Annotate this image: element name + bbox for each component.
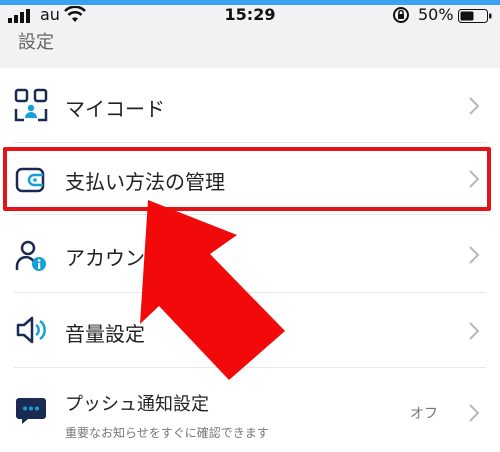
status-bar: au 15:29 50% (0, 5, 500, 27)
page-title: 設定 (18, 32, 54, 53)
settings-item-label: プッシュ通知設定 (65, 394, 209, 415)
pointer-arrow (140, 200, 285, 380)
account-info-icon (15, 240, 46, 271)
qr-code-icon (14, 88, 48, 122)
settings-item-push-notifications[interactable]: プッシュ通知設定 重要なお知らせをすぐに確認できます オフ (0, 368, 500, 452)
chevron-right-icon (469, 404, 480, 422)
settings-item-label: 音量設定 (65, 322, 145, 346)
settings-item-label: アカウン (65, 246, 145, 270)
settings-item-label: マイコード (65, 97, 165, 121)
settings-item-subtitle: 重要なお知らせをすぐに確認できます (65, 426, 269, 440)
chevron-right-icon (469, 246, 480, 264)
battery-icon (458, 9, 492, 23)
rotation-lock-icon (393, 7, 409, 23)
battery-percentage: 50% (418, 5, 454, 24)
chevron-right-icon (469, 97, 480, 115)
speaker-icon (16, 316, 46, 344)
push-setting-value: オフ (410, 406, 438, 422)
settings-item-my-code[interactable]: マイコード (0, 68, 500, 143)
chat-bubble-icon (16, 398, 46, 424)
chevron-right-icon (469, 322, 480, 340)
